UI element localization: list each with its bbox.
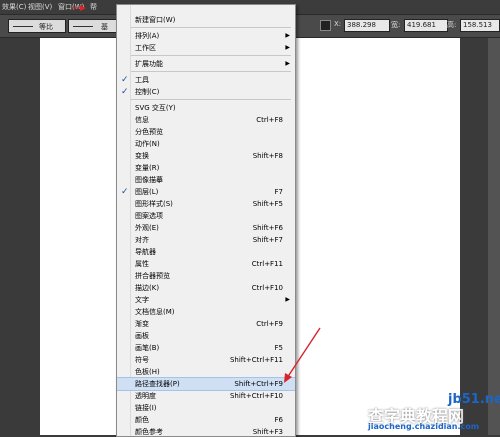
watermark-line3: jiaocheng.chazidian.com xyxy=(368,422,480,431)
annotation-arrow xyxy=(72,5,321,383)
